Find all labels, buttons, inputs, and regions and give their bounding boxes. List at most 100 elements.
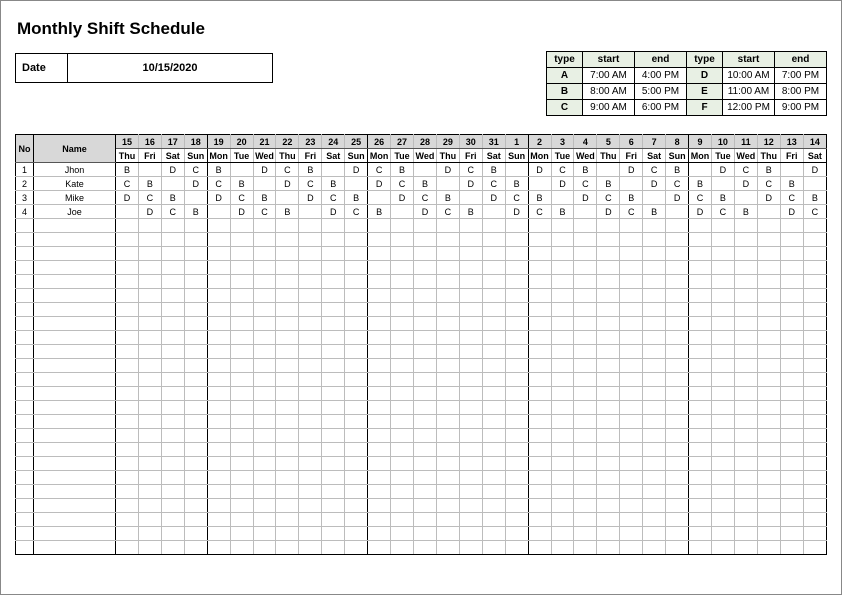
row-no — [16, 387, 34, 401]
row-name — [34, 289, 116, 303]
shift-cell — [138, 345, 161, 359]
shift-cell — [299, 233, 322, 247]
shift-cell — [574, 471, 597, 485]
shift-cell — [299, 275, 322, 289]
shift-cell — [574, 219, 597, 233]
shift-cell — [757, 387, 780, 401]
shift-cell — [597, 303, 620, 317]
shift-cell — [322, 415, 345, 429]
shift-cell — [391, 373, 414, 387]
shift-cell — [505, 331, 528, 345]
col-header-day: 23 — [299, 135, 322, 149]
shift-cell — [276, 331, 299, 345]
shift-cell — [551, 345, 574, 359]
shift-cell — [413, 499, 436, 513]
shift-cell — [482, 247, 505, 261]
col-header-day: 20 — [230, 135, 253, 149]
shift-cell — [276, 233, 299, 247]
shift-cell — [368, 373, 391, 387]
shift-cell — [597, 233, 620, 247]
shift-cell — [413, 429, 436, 443]
shift-cell — [482, 373, 505, 387]
shift-cell — [161, 247, 184, 261]
col-header-weekday: Wed — [253, 149, 276, 163]
shift-cell — [368, 457, 391, 471]
shift-cell — [734, 401, 757, 415]
shift-cell — [574, 457, 597, 471]
shift-cell — [643, 261, 666, 275]
shift-cell — [734, 233, 757, 247]
shift-cell: D — [711, 163, 734, 177]
shift-cell — [643, 289, 666, 303]
shift-cell — [184, 513, 207, 527]
shift-cell — [574, 387, 597, 401]
shift-cell — [207, 219, 230, 233]
shift-cell — [413, 513, 436, 527]
shift-cell — [528, 415, 551, 429]
shift-cell — [116, 233, 139, 247]
shift-cell — [413, 331, 436, 345]
shift-cell — [780, 247, 803, 261]
shift-cell — [803, 527, 826, 541]
shift-cell — [689, 429, 712, 443]
shift-cell — [207, 499, 230, 513]
shift-cell — [780, 373, 803, 387]
shift-cell — [138, 499, 161, 513]
shift-cell — [138, 261, 161, 275]
shift-cell — [116, 373, 139, 387]
shift-cell — [711, 499, 734, 513]
row-name — [34, 415, 116, 429]
shift-cell: D — [666, 191, 689, 205]
shift-cell: C — [161, 205, 184, 219]
shift-cell — [757, 219, 780, 233]
shift-cell — [734, 261, 757, 275]
row-no — [16, 401, 34, 415]
shift-cell: B — [711, 191, 734, 205]
shift-cell — [253, 541, 276, 555]
shift-cell — [368, 387, 391, 401]
shift-cell — [574, 499, 597, 513]
row-no: 3 — [16, 191, 34, 205]
shift-cell — [230, 359, 253, 373]
shift-cell — [391, 345, 414, 359]
shift-cell — [322, 541, 345, 555]
type-time: 8:00 PM — [775, 84, 827, 100]
shift-cell — [391, 387, 414, 401]
shift-cell — [689, 527, 712, 541]
shift-cell: D — [482, 191, 505, 205]
row-no — [16, 331, 34, 345]
shift-cell — [734, 191, 757, 205]
shift-cell — [161, 513, 184, 527]
row-name — [34, 429, 116, 443]
shift-cell — [666, 499, 689, 513]
type-time: 11:00 AM — [723, 84, 775, 100]
shift-cell — [413, 443, 436, 457]
shift-cell — [734, 415, 757, 429]
shift-cell — [666, 485, 689, 499]
shift-cell — [620, 401, 643, 415]
shift-cell — [391, 205, 414, 219]
shift-cell — [184, 527, 207, 541]
shift-cell: D — [413, 205, 436, 219]
shift-cell — [138, 317, 161, 331]
col-header-weekday: Thu — [276, 149, 299, 163]
shift-cell — [734, 457, 757, 471]
shift-cell — [253, 177, 276, 191]
shift-cell — [436, 527, 459, 541]
shift-cell — [734, 443, 757, 457]
shift-cell — [551, 219, 574, 233]
col-header-day: 4 — [574, 135, 597, 149]
shift-cell — [803, 247, 826, 261]
types-header-cell: start — [583, 52, 635, 68]
shift-cell — [551, 443, 574, 457]
shift-cell: D — [734, 177, 757, 191]
shift-cell — [597, 163, 620, 177]
shift-cell — [391, 233, 414, 247]
shift-cell — [689, 345, 712, 359]
row-name: Joe — [34, 205, 116, 219]
shift-cell — [643, 415, 666, 429]
shift-cell — [322, 387, 345, 401]
shift-cell — [482, 205, 505, 219]
shift-cell — [207, 331, 230, 345]
row-name — [34, 457, 116, 471]
